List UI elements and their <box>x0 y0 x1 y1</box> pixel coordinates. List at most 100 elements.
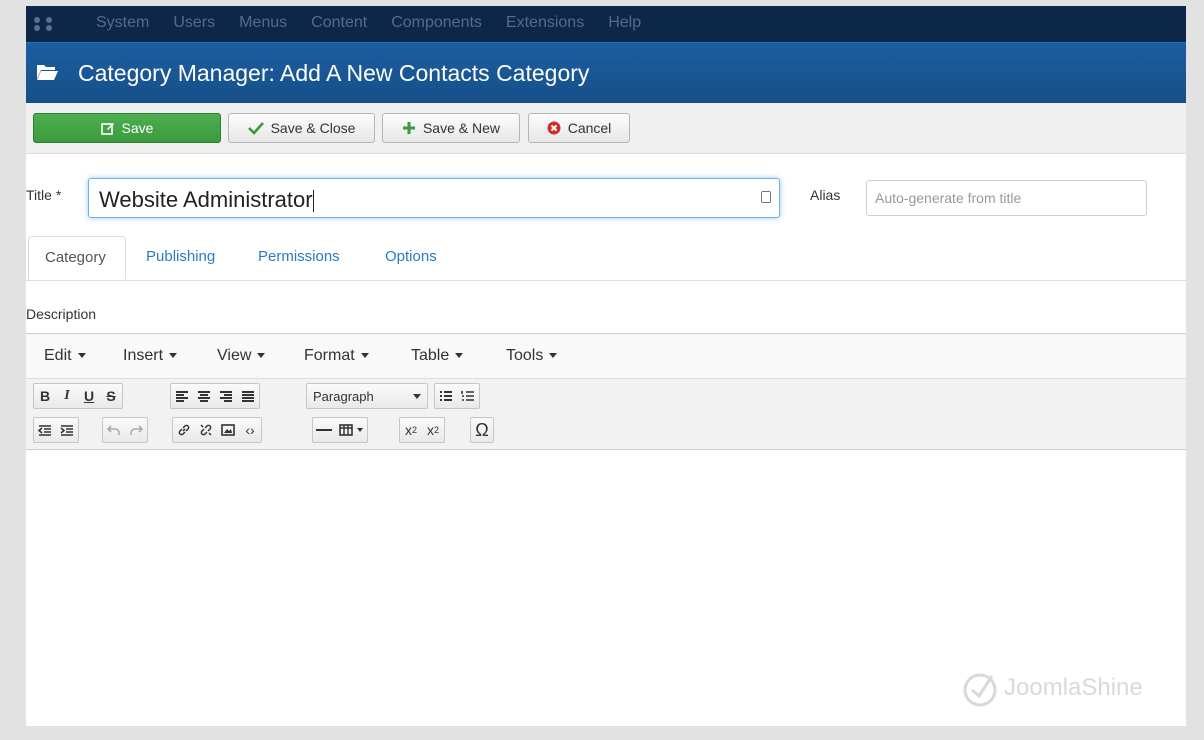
chevron-down-icon <box>360 353 369 359</box>
chevron-down-icon <box>257 353 266 359</box>
save-close-button[interactable]: Save & Close <box>228 113 375 143</box>
tab-category[interactable]: Category <box>28 236 126 280</box>
link-icon[interactable] <box>173 418 195 442</box>
align-right-icon[interactable] <box>215 384 237 408</box>
editor-menu-view-label: View <box>217 347 252 364</box>
page-title: Category Manager: Add A New Contacts Cat… <box>78 60 590 86</box>
numbered-list-icon[interactable] <box>457 384 479 408</box>
field-autofill-icon[interactable] <box>761 191 771 203</box>
list-group <box>434 383 480 409</box>
table-icon[interactable] <box>335 418 367 442</box>
cancel-button[interactable]: Cancel <box>528 113 630 143</box>
save-new-label: Save & New <box>422 120 501 136</box>
title-label: Title * <box>26 187 62 203</box>
chevron-down-icon <box>455 353 464 359</box>
bullet-list-icon[interactable] <box>435 384 457 408</box>
chevron-down-icon <box>357 428 363 432</box>
editor-menu-table-label: Table <box>411 347 450 364</box>
watermark-text: JoomlaShine <box>1004 674 1143 701</box>
joomlashine-watermark: JoomlaShine <box>960 668 1143 708</box>
editor-menu-edit[interactable]: Edit <box>44 347 86 365</box>
editor-toolbar-row-1: B I U S Paragraph <box>26 379 1186 413</box>
page-header: Category Manager: Add A New Contacts Cat… <box>26 42 1186 103</box>
indent-icon[interactable] <box>56 418 78 442</box>
top-navigation: System Users Menus Content Components Ex… <box>26 6 1186 42</box>
tab-publishing[interactable]: Publishing <box>130 236 231 280</box>
description-label: Description <box>26 306 97 322</box>
editor-menu-format-label: Format <box>304 347 355 364</box>
alias-placeholder: Auto-generate from title <box>875 190 1022 206</box>
menu-system[interactable]: System <box>84 14 161 32</box>
hr-table-group <box>312 417 368 443</box>
save-new-button[interactable]: Save & New <box>382 113 520 143</box>
horizontal-rule-icon[interactable] <box>313 418 335 442</box>
edit-icon <box>100 123 114 135</box>
menu-extensions[interactable]: Extensions <box>494 14 596 32</box>
redo-icon[interactable] <box>125 418 147 442</box>
omega-special-char-icon[interactable]: Ω <box>471 418 493 442</box>
italic-icon[interactable]: I <box>56 384 78 408</box>
alignment-group <box>170 383 260 409</box>
save-label: Save <box>121 120 154 136</box>
menu-content[interactable]: Content <box>299 14 379 32</box>
align-left-icon[interactable] <box>171 384 193 408</box>
undo-icon[interactable] <box>103 418 125 442</box>
editor-menu-insert-label: Insert <box>123 347 164 364</box>
folder-open-icon <box>37 65 58 80</box>
unlink-icon[interactable] <box>195 418 217 442</box>
script-group: x2 x2 <box>399 417 445 443</box>
align-center-icon[interactable] <box>193 384 215 408</box>
align-justify-icon[interactable] <box>237 384 259 408</box>
top-menu: System Users Menus Content Components Ex… <box>84 14 653 32</box>
outdent-icon[interactable] <box>34 418 56 442</box>
plus-icon <box>402 122 415 134</box>
editor-menu-table[interactable]: Table <box>411 347 464 365</box>
alias-label: Alias <box>810 187 841 203</box>
menu-components[interactable]: Components <box>379 14 494 32</box>
chevron-down-icon <box>169 353 178 359</box>
superscript-icon[interactable]: x2 <box>422 418 444 442</box>
history-group <box>102 417 148 443</box>
editor-menu-format[interactable]: Format <box>304 347 369 365</box>
subscript-icon[interactable]: x2 <box>400 418 422 442</box>
cancel-circle-icon <box>547 121 561 135</box>
save-button[interactable]: Save <box>33 113 221 143</box>
editor-menu-tools[interactable]: Tools <box>506 347 558 365</box>
underline-icon[interactable]: U <box>78 384 100 408</box>
watermark-logo-icon <box>963 673 997 707</box>
alias-input[interactable]: Auto-generate from title <box>866 180 1147 216</box>
title-value: Website Administrator <box>99 187 313 212</box>
chevron-down-icon <box>413 393 421 399</box>
tab-bar: Category Publishing Permissions Options <box>26 236 1186 281</box>
app-frame: System Users Menus Content Components Ex… <box>26 6 1186 726</box>
editor-menu-view[interactable]: View <box>217 347 266 365</box>
text-style-group: B I U S <box>33 383 123 409</box>
code-icon[interactable]: ‹› <box>239 418 261 442</box>
menu-help[interactable]: Help <box>596 14 653 32</box>
special-char-group: Ω <box>470 417 494 443</box>
chevron-down-icon <box>77 353 86 359</box>
joomla-logo-icon[interactable] <box>32 16 54 32</box>
editor-menu-insert[interactable]: Insert <box>123 347 178 365</box>
action-toolbar: Save Save & Close Save & New Cancel <box>26 103 1186 154</box>
editor-menu-edit-label: Edit <box>44 347 72 364</box>
bold-icon[interactable]: B <box>34 384 56 408</box>
editor-menu-tools-label: Tools <box>506 347 544 364</box>
checkmark-icon <box>247 122 264 135</box>
strikethrough-icon[interactable]: S <box>100 384 122 408</box>
tab-options[interactable]: Options <box>369 236 453 280</box>
menu-menus[interactable]: Menus <box>227 14 299 32</box>
editor-menubar: Edit Insert View Format Table Tools <box>26 334 1186 379</box>
indent-group <box>33 417 79 443</box>
cancel-label: Cancel <box>567 120 612 136</box>
menu-users[interactable]: Users <box>161 14 227 32</box>
image-icon[interactable] <box>217 418 239 442</box>
text-cursor <box>312 190 314 213</box>
editor-toolbar-row-2: ‹› x2 x2 Ω <box>26 413 1186 450</box>
save-close-label: Save & Close <box>270 120 356 136</box>
format-select[interactable]: Paragraph <box>306 383 428 409</box>
tab-permissions[interactable]: Permissions <box>242 236 356 280</box>
insert-group: ‹› <box>172 417 262 443</box>
title-input[interactable]: Website Administrator <box>88 178 780 218</box>
chevron-down-icon <box>549 353 558 359</box>
